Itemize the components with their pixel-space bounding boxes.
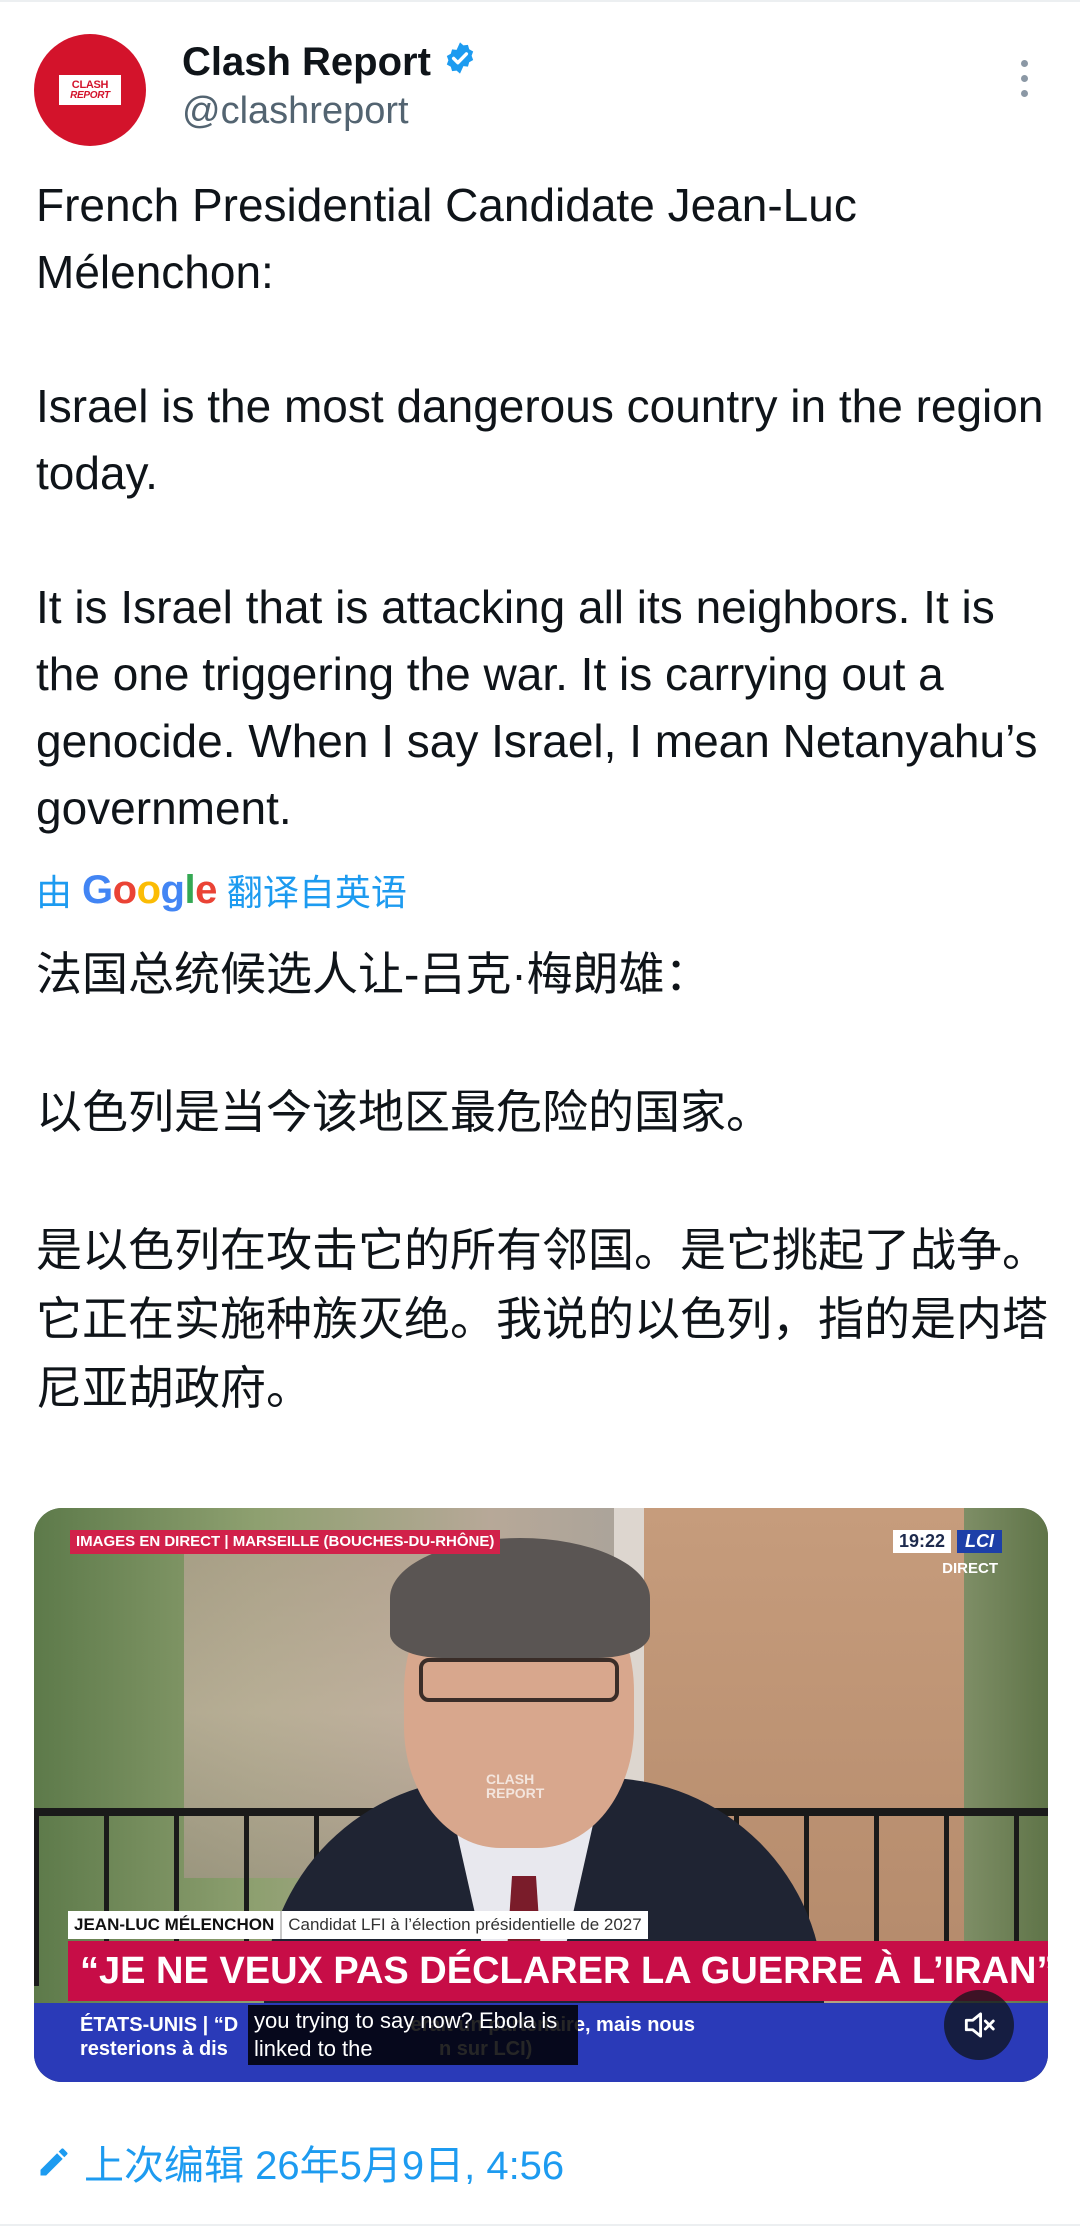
logo-text-bottom: REPORT xyxy=(70,89,110,101)
clash-report-watermark: CLASH REPORT xyxy=(486,1772,544,1800)
logo-text-top: CLASH xyxy=(71,78,109,91)
clash-report-logo: CLASH REPORT xyxy=(59,75,121,105)
auto-caption: you trying to say now? Ebola is linked t… xyxy=(248,2005,578,2065)
mute-button[interactable] xyxy=(944,1990,1014,2060)
live-images-tag: IMAGES EN DIRECT | MARSEILLE (BOUCHES-DU… xyxy=(70,1530,501,1554)
channel-logo: LCI xyxy=(957,1530,1002,1553)
edited-label: 上次编辑 26年5月9日, 4:56 xyxy=(84,2144,565,2188)
headline-banner: “JE NE VEUX PAS DÉCLARER LA GUERRE À L’I… xyxy=(68,1941,1048,2001)
avatar[interactable]: CLASH REPORT xyxy=(34,34,146,146)
translated-paragraph: 是以色列在攻击它的所有邻国。是它挑起了战争。它正在实施种族灭绝。我说的以色列，指… xyxy=(36,1224,1048,1414)
top-divider xyxy=(0,0,1080,2)
post-paragraph: Israel is the most dangerous country in … xyxy=(36,380,1044,499)
google-logo: Google xyxy=(82,867,217,912)
translated-text: 法国总统候选人让-吕克·梅朗雄： 以色列是当今该地区最危险的国家。 是以色列在攻… xyxy=(36,940,1056,1423)
video-player[interactable]: IMAGES EN DIRECT | MARSEILLE (BOUCHES-DU… xyxy=(34,1508,1048,2082)
translation-prefix: 由 xyxy=(36,872,73,913)
speaker-lower-third: JEAN-LUC MÉLENCHON Candidat LFI à l’élec… xyxy=(68,1911,648,1939)
translated-paragraph: 以色列是当今该地区最危险的国家。 xyxy=(36,1086,772,1138)
translation-suffix: 翻译自英语 xyxy=(226,872,407,913)
post-paragraph: French Presidential Candidate Jean-Luc M… xyxy=(36,179,857,298)
direct-label: DIRECT xyxy=(942,1560,998,1577)
watermark-top: CLASH xyxy=(486,1771,535,1787)
speaker-name: JEAN-LUC MÉLENCHON xyxy=(68,1911,281,1939)
watermark-bottom: REPORT xyxy=(486,1785,545,1801)
verified-badge-icon xyxy=(443,38,477,86)
account-name-row[interactable]: Clash Report xyxy=(182,38,477,86)
translated-paragraph: 法国总统候选人让-吕克·梅朗雄： xyxy=(36,948,711,1000)
edit-history-link[interactable]: 上次编辑 26年5月9日, 4:56 xyxy=(36,2134,564,2190)
speaker-glasses xyxy=(419,1658,619,1702)
clock-time: 19:22 xyxy=(892,1530,951,1553)
speaker-muted-icon xyxy=(964,2012,995,2038)
account-handle[interactable]: @clashreport xyxy=(182,88,409,134)
translated-by-google-link[interactable]: 由 Google 翻译自英语 xyxy=(36,862,407,918)
account-name[interactable]: Clash Report xyxy=(182,38,431,86)
post-paragraph: It is Israel that is attacking all its n… xyxy=(36,581,1038,834)
speaker-hair xyxy=(390,1538,650,1658)
speaker-description: Candidat LFI à l’élection présidentielle… xyxy=(280,1911,648,1939)
channel-clock: 19:22 LCI xyxy=(892,1530,1002,1553)
post-text: French Presidential Candidate Jean-Luc M… xyxy=(36,172,1056,842)
more-options-icon[interactable] xyxy=(1010,60,1038,104)
pencil-icon xyxy=(40,2148,68,2176)
bottom-divider xyxy=(0,2224,1080,2226)
